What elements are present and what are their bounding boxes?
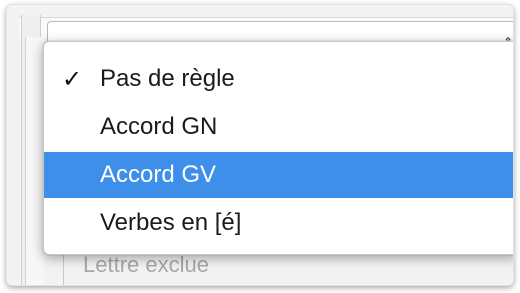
- menu-item-accord-gn[interactable]: Accord GN: [44, 104, 513, 150]
- checkmark-icon: ✓: [61, 65, 83, 93]
- list-item-lettre-exclue[interactable]: Lettre exclue: [83, 252, 209, 278]
- screenshot-frame: ⇕ Lettre exclue ✓ Pas de règle Accord GN…: [6, 4, 514, 286]
- menu-item-accord-gv[interactable]: Accord GV: [44, 152, 513, 198]
- menu-item-pas-de-regle[interactable]: ✓ Pas de règle: [44, 56, 513, 102]
- left-panel-inner-edge: [25, 37, 44, 285]
- menu-item-label: Accord GN: [100, 113, 218, 140]
- list-item-marker: [63, 255, 78, 285]
- menu-item-label: Accord GV: [100, 161, 217, 188]
- rule-dropdown-menu: ✓ Pas de règle Accord GN Accord GV Verbe…: [43, 41, 513, 255]
- menu-item-label: Verbes en [é]: [100, 209, 242, 236]
- menu-item-verbes-en-e[interactable]: Verbes en [é]: [44, 200, 513, 246]
- menu-item-label: Pas de règle: [100, 65, 235, 92]
